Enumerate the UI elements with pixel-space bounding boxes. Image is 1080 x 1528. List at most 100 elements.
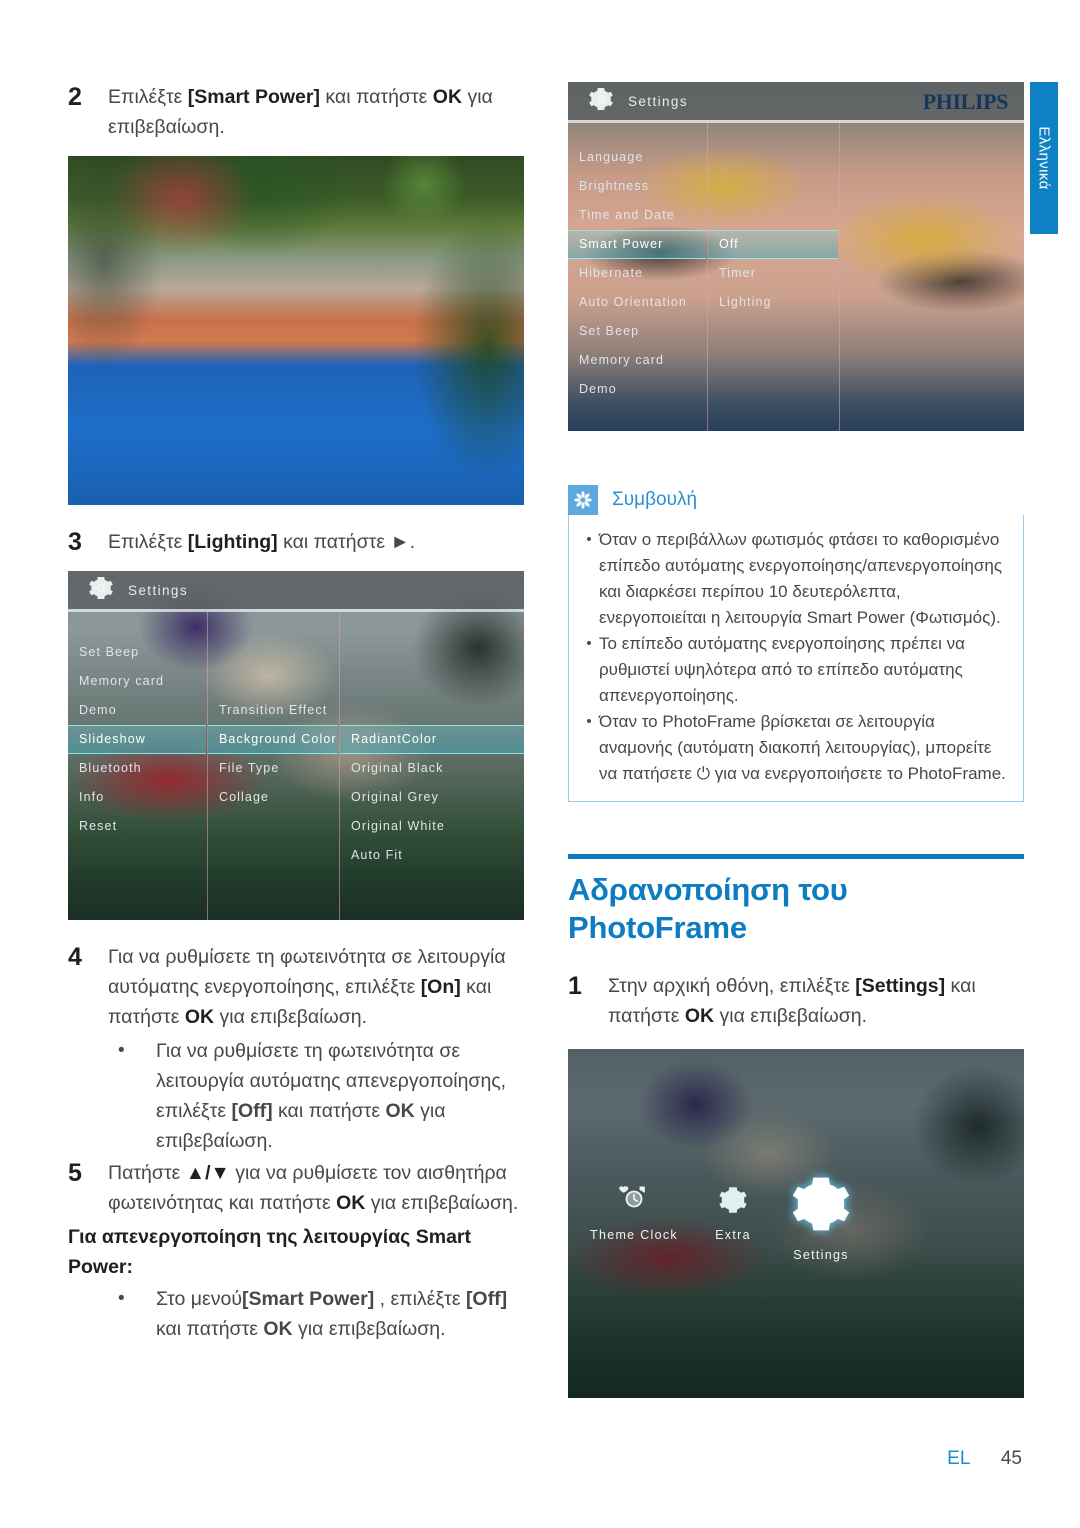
home-icon-extra[interactable]: Extra	[688, 1185, 778, 1242]
menu-item-set-beep[interactable]: Set Beep	[568, 317, 706, 346]
right-column: Settings PHILIPS Language Brightness Tim…	[568, 82, 1024, 1398]
gear-icon	[88, 575, 114, 606]
step-3-text-a: Επιλέξτε	[108, 531, 188, 553]
step-4-sub-bullet: • Για να ρυθμίσετε τη φωτεινότητα σε λει…	[108, 1036, 524, 1156]
bullet-marker: •	[586, 531, 592, 548]
settings-menu-column-3	[839, 123, 1024, 431]
menu-item-info[interactable]: Info	[68, 783, 206, 812]
gear-icon	[588, 86, 614, 117]
disable-bold-a: [Smart Power]	[242, 1288, 375, 1310]
settings-menu-column-2: Off Timer Lighting	[707, 123, 838, 431]
up-down-arrow-icon: ▲/▼	[185, 1162, 230, 1184]
menu-item-memory-card[interactable]: Memory card	[568, 346, 706, 375]
menu-item-timer[interactable]: Timer	[708, 259, 838, 288]
clock-icon	[586, 1185, 682, 1218]
gear-icon	[688, 1185, 778, 1218]
bullet-marker: •	[586, 635, 592, 652]
tip-item-text-2: Το επίπεδο αυτόματης ενεργοποίησης πρέπε…	[599, 634, 965, 705]
page-footer: EL 45	[0, 1448, 1080, 1470]
menu-item-file-type[interactable]: File Type	[208, 754, 338, 783]
step-3-number: 3	[68, 528, 82, 556]
home-icon-theme-clock[interactable]: Theme Clock	[586, 1185, 682, 1242]
menu-item-auto-fit[interactable]: Auto Fit	[340, 841, 524, 870]
step-1: 1 Στην αρχική οθόνη, επιλέξτε [Settings]…	[568, 971, 1024, 1031]
step-2-bold-a: [Smart Power]	[187, 86, 320, 108]
disable-text-a: Στο μενού	[156, 1288, 242, 1310]
step-3-text-c: .	[409, 531, 416, 553]
tip-item-text-3: Όταν το PhotoFrame βρίσκεται σε λειτουργ…	[599, 712, 1006, 783]
home-screen-icon-row: Theme Clock Extra Settings	[568, 1173, 1024, 1303]
step-5: 5 Πατήστε ▲/▼ για να ρυθμίσετε τον αισθη…	[68, 1158, 524, 1218]
step-2-text: Επιλέξτε [Smart Power] και πατήστε OK γι…	[108, 82, 524, 142]
menu-item-background-color[interactable]: Background Color	[208, 725, 338, 754]
asterisk-icon	[568, 485, 598, 515]
step-4-text-c: για επιβεβαίωση.	[214, 1006, 368, 1028]
bullet-marker: •	[118, 1040, 125, 1061]
step-1-number: 1	[568, 972, 582, 1000]
disable-text-c: και πατήστε	[156, 1318, 264, 1340]
tip-box: Συμβουλή • Όταν ο περιβάλλων φωτισμός φτ…	[568, 485, 1024, 802]
step-4-bold-b: OK	[184, 1006, 215, 1028]
home-icon-settings-label: Settings	[793, 1248, 849, 1262]
right-arrow-icon: ►	[390, 531, 410, 553]
disable-text-b: , επιλέξτε	[374, 1288, 466, 1310]
menu-item-slideshow[interactable]: Slideshow	[68, 725, 206, 754]
menu-item-memory-card[interactable]: Memory card	[68, 667, 206, 696]
step-4-sub-bold-a: [Off]	[231, 1100, 273, 1122]
slideshow-menu-column-1: Set Beep Memory card Demo Slideshow Blue…	[68, 612, 206, 920]
menu-item-off[interactable]: Off	[708, 230, 838, 259]
tip-header: Συμβουλή	[568, 485, 1024, 515]
tip-list-item: • Όταν το PhotoFrame βρίσκεται σε λειτου…	[579, 709, 1009, 787]
step-4-sub-text-b: και πατήστε	[272, 1100, 386, 1122]
step-5-text: Πατήστε ▲/▼ για να ρυθμίσετε τον αισθητή…	[108, 1158, 524, 1218]
menu-item-smart-power[interactable]: Smart Power	[568, 230, 706, 259]
tip-list-item: • Όταν ο περιβάλλων φωτισμός φτάσει το κ…	[579, 527, 1009, 631]
disable-smart-power-bullet: • Στο μενού[Smart Power] , επιλέξτε [Off…	[108, 1284, 524, 1344]
menu-item-transition-effect[interactable]: Transition Effect	[208, 696, 338, 725]
menu-item-auto-orientation[interactable]: Auto Orientation	[568, 288, 706, 317]
menu-item-original-black[interactable]: Original Black	[340, 754, 524, 783]
gear-icon	[773, 1173, 869, 1238]
disable-text-d: για επιβεβαίωση.	[292, 1318, 446, 1340]
step-2-bold-b: OK	[432, 86, 463, 108]
menu-item-demo[interactable]: Demo	[568, 375, 706, 404]
screenshot-home-screen: Theme Clock Extra Settings	[568, 1049, 1024, 1398]
photo-garden-image	[68, 156, 524, 505]
menu-item-time-and-date[interactable]: Time and Date	[568, 201, 706, 230]
disable-smart-power-heading: Για απενεργοποίηση της λειτουργίας Smart…	[68, 1226, 472, 1278]
menu-item-demo[interactable]: Demo	[68, 696, 206, 725]
screenshot-settings-menu: Settings PHILIPS Language Brightness Tim…	[568, 82, 1024, 431]
left-column: 2 Επιλέξτε [Smart Power] και πατήστε OK …	[68, 82, 524, 1344]
menu-item-original-white[interactable]: Original White	[340, 812, 524, 841]
footer-page-number: 45	[1000, 1448, 1022, 1469]
section-rule	[568, 854, 1024, 859]
tip-label: Συμβουλή	[612, 489, 698, 510]
step-5-bold-b: OK	[336, 1192, 366, 1214]
step-4-text: Για να ρυθμίσετε τη φωτεινότητα σε λειτο…	[108, 942, 524, 1032]
menu-item-brightness[interactable]: Brightness	[568, 172, 706, 201]
osd-title-slideshow: Settings	[128, 582, 188, 598]
menu-item-original-grey[interactable]: Original Grey	[340, 783, 524, 812]
home-icon-settings[interactable]: Settings	[773, 1173, 869, 1262]
step-4: 4 Για να ρυθμίσετε τη φωτεινότητα σε λει…	[68, 942, 524, 1032]
step-2: 2 Επιλέξτε [Smart Power] και πατήστε OK …	[68, 82, 524, 142]
step-5-text-c: για επιβεβαίωση.	[365, 1192, 519, 1214]
page-title: Αδρανοποίηση του PhotoFrame	[568, 872, 848, 945]
osd-underline	[68, 609, 524, 612]
menu-item-hibernate[interactable]: Hibernate	[568, 259, 706, 288]
step-5-number: 5	[68, 1159, 82, 1187]
menu-item-set-beep[interactable]: Set Beep	[68, 638, 206, 667]
slideshow-menu-column-2: Transition Effect Background Color File …	[207, 612, 338, 920]
menu-item-language[interactable]: Language	[568, 143, 706, 172]
menu-item-radiantcolor[interactable]: RadiantColor	[340, 725, 524, 754]
menu-item-collage[interactable]: Collage	[208, 783, 338, 812]
step-3-text-b: και πατήστε	[277, 531, 391, 553]
step-5-text-a: Πατήστε	[108, 1162, 186, 1184]
footer-language-code: EL	[947, 1448, 971, 1469]
menu-item-lighting[interactable]: Lighting	[708, 288, 838, 317]
section-heading-block: Αδρανοποίηση του PhotoFrame	[568, 854, 1024, 947]
tip-body: • Όταν ο περιβάλλων φωτισμός φτάσει το κ…	[568, 515, 1024, 802]
menu-item-bluetooth[interactable]: Bluetooth	[68, 754, 206, 783]
menu-item-reset[interactable]: Reset	[68, 812, 206, 841]
step-4-sub-bold-b: OK	[385, 1100, 415, 1122]
